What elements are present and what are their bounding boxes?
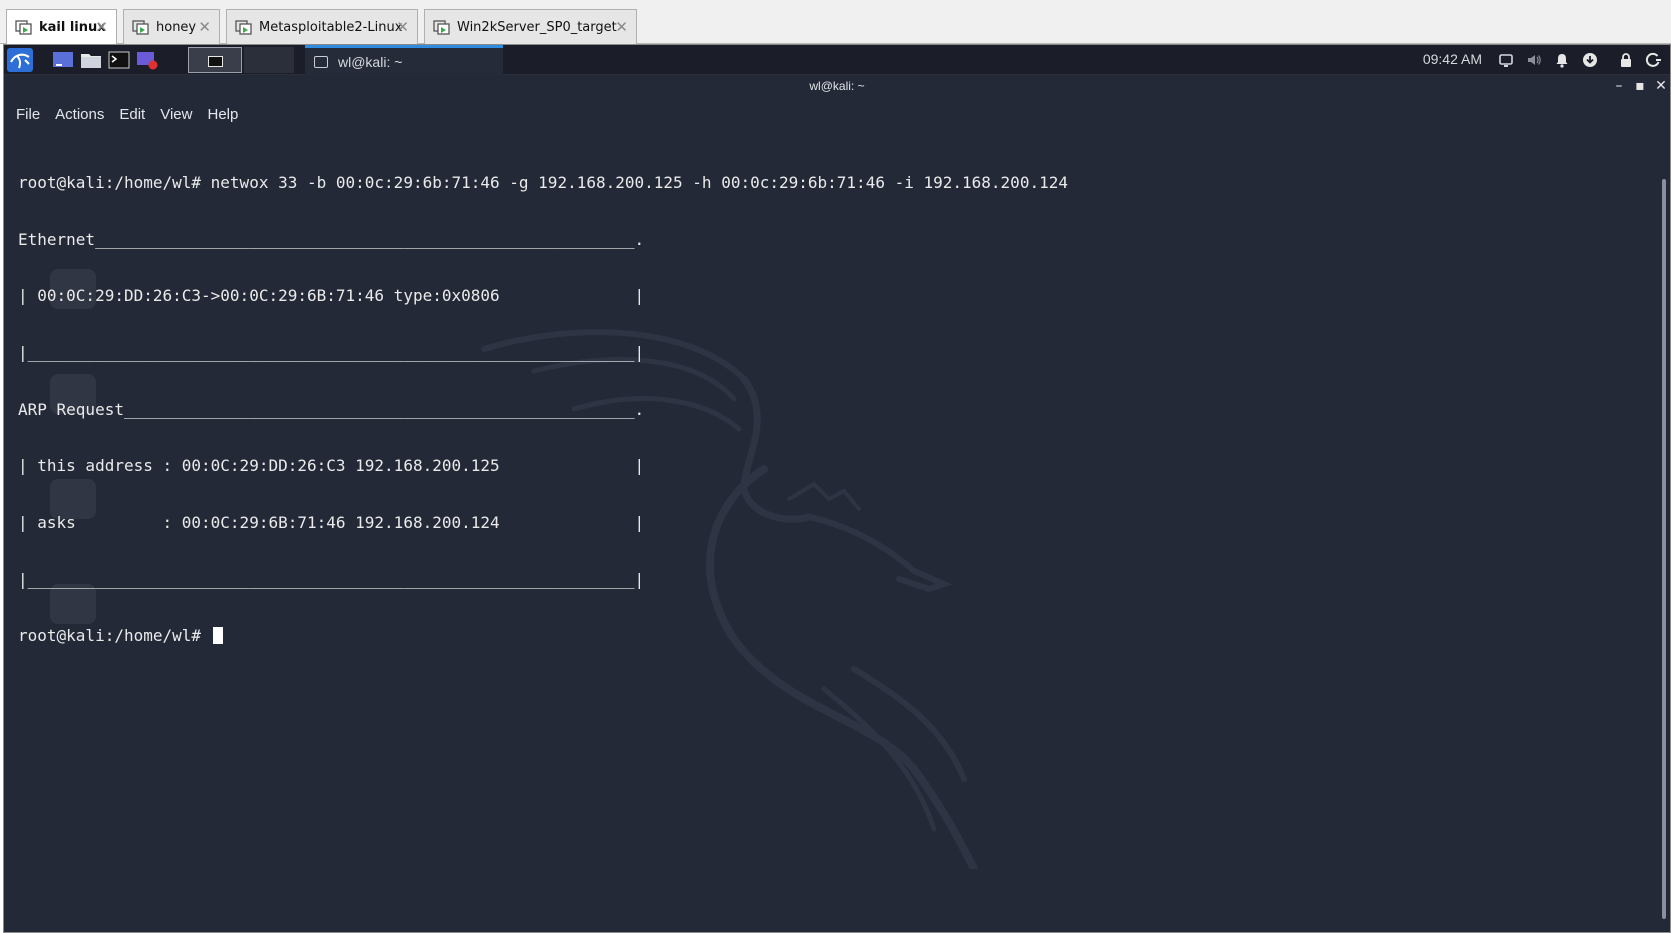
window-thumbnail <box>208 56 223 67</box>
vm-tab-win2kserver[interactable]: Win2kServer_SP0_target ✕ <box>424 9 637 44</box>
terminal-line: Ethernet________________________________… <box>18 229 645 249</box>
taskbar-item-label: wl@kali: ~ <box>338 53 403 70</box>
menu-help[interactable]: Help <box>207 106 238 123</box>
scrollbar-thumb[interactable] <box>1662 179 1666 919</box>
vm-tab-label: Win2kServer_SP0_target <box>457 19 617 35</box>
top-panel: wl@kali: ~ 09:42 AM <box>4 45 1670 75</box>
menu-view[interactable]: View <box>160 106 192 123</box>
menu-file[interactable]: File <box>16 106 40 123</box>
close-icon[interactable]: ✕ <box>95 18 108 36</box>
display-icon[interactable] <box>1497 51 1515 69</box>
close-icon[interactable]: ✕ <box>1652 77 1670 95</box>
vm-tab-label: honey <box>156 19 197 35</box>
close-icon[interactable]: ✕ <box>615 18 628 36</box>
terminal-line: | this address : 00:0C:29:DD:26:C3 192.1… <box>18 456 645 476</box>
vm-tab-label: Metasploitable2-Linux <box>259 19 403 35</box>
terminal-scrollbar[interactable] <box>1661 129 1668 932</box>
desktop-icon[interactable] <box>52 50 74 70</box>
vm-tab-bar: kail linux ✕ honey ✕ Metasploitable2-Lin… <box>0 0 1671 44</box>
vm-tab-honey[interactable]: honey ✕ <box>123 9 220 44</box>
vm-tab-kail-linux[interactable]: kail linux ✕ <box>6 9 117 44</box>
kali-menu-icon[interactable] <box>7 48 33 72</box>
clock[interactable]: 09:42 AM <box>1423 51 1482 67</box>
terminal-line: root@kali:/home/wl# netwox 33 -b 00:0c:2… <box>18 172 1068 192</box>
vm-icon <box>433 20 450 35</box>
close-icon[interactable]: ✕ <box>198 18 211 36</box>
workspace-1[interactable] <box>188 47 242 73</box>
update-icon[interactable] <box>1581 51 1599 69</box>
menu-bar: File Actions Edit View Help <box>4 99 1670 129</box>
terminal-line: ARP Request_____________________________… <box>18 399 645 419</box>
terminal-icon[interactable] <box>108 50 130 70</box>
terminal-prompt: root@kali:/home/wl# <box>18 626 211 646</box>
terminal-text: root@kali:/home/wl# netwox 33 -b 00:0c:2… <box>18 136 1068 684</box>
file-manager-icon[interactable] <box>80 50 102 70</box>
power-icon[interactable] <box>1645 51 1663 69</box>
taskbar-item-terminal[interactable]: wl@kali: ~ <box>305 45 503 75</box>
terminal-line: | asks : 00:0C:29:6B:71:46 192.168.200.1… <box>18 513 645 533</box>
screen-recorder-icon[interactable] <box>136 50 158 70</box>
vm-icon <box>15 20 32 35</box>
maximize-icon[interactable]: ▪ <box>1631 77 1649 95</box>
terminal-prompt-line[interactable]: root@kali:/home/wl# <box>18 626 1068 646</box>
vm-icon <box>235 20 252 35</box>
volume-icon[interactable] <box>1525 51 1543 69</box>
terminal-output[interactable]: root@kali:/home/wl# netwox 33 -b 00:0c:2… <box>4 129 1664 932</box>
vm-tab-metasploitable[interactable]: Metasploitable2-Linux ✕ <box>226 9 418 44</box>
close-icon[interactable]: ✕ <box>396 18 409 36</box>
notification-bell-icon[interactable] <box>1553 51 1571 69</box>
terminal-line: |_______________________________________… <box>18 569 645 589</box>
window-title: wl@kali: ~ <box>809 79 865 93</box>
lock-icon[interactable] <box>1617 51 1635 69</box>
text-cursor <box>212 627 223 645</box>
workspace-2[interactable] <box>244 47 294 73</box>
menu-edit[interactable]: Edit <box>119 106 145 123</box>
terminal-line: |_______________________________________… <box>18 342 645 362</box>
vm-screen[interactable]: wl@kali: ~ 09:42 AM wl@kali: ~ – ▪ ✕ Fil… <box>3 44 1671 933</box>
minimize-icon[interactable]: – <box>1610 77 1628 95</box>
vm-icon <box>132 20 149 35</box>
menu-actions[interactable]: Actions <box>55 106 104 123</box>
terminal-line: | 00:0C:29:DD:26:C3->00:0C:29:6B:71:46 t… <box>18 286 645 306</box>
terminal-window-icon <box>314 55 328 68</box>
window-titlebar[interactable]: wl@kali: ~ – ▪ ✕ <box>4 75 1670 99</box>
